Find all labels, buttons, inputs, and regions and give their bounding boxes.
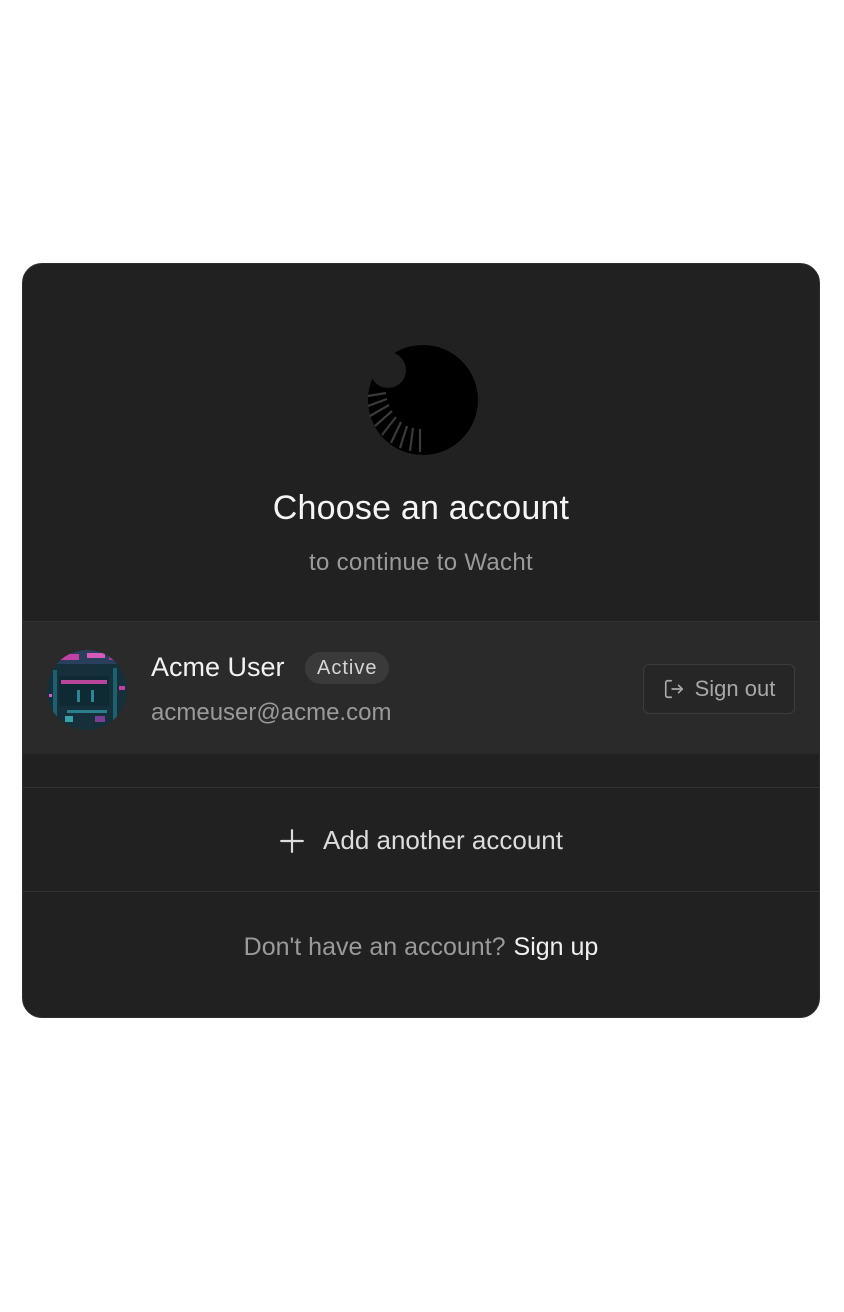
- account-chooser-card: Choose an account to continue to Wacht A…: [22, 263, 820, 1018]
- add-account-label: Add another account: [323, 825, 563, 855]
- page-subtitle: to continue to Wacht: [309, 549, 533, 576]
- sign-out-label: Sign out: [694, 676, 776, 701]
- account-list-item[interactable]: Acme User Active acmeuser@acme.com Sign …: [23, 621, 819, 754]
- account-name: Acme User: [151, 652, 285, 682]
- add-another-account-button[interactable]: Add another account: [23, 789, 819, 892]
- plus-icon: [280, 828, 304, 853]
- card-header: Choose an account to continue to Wacht: [23, 264, 819, 621]
- account-email: acmeuser@acme.com: [151, 699, 392, 726]
- avatar: [47, 650, 127, 730]
- page-title: Choose an account: [272, 489, 570, 527]
- footer: Don't have an account? Sign up: [23, 893, 819, 1001]
- sign-out-button[interactable]: Sign out: [643, 664, 795, 714]
- sign-out-icon: [664, 679, 683, 699]
- divider: [23, 787, 819, 788]
- circuit-board-avatar: [47, 650, 127, 730]
- wacht-logo-icon: [367, 345, 478, 455]
- sign-up-link[interactable]: Sign up: [514, 933, 599, 962]
- status-badge: Active: [305, 652, 390, 684]
- divider: [23, 891, 819, 892]
- footer-prompt: Don't have an account?: [243, 932, 506, 961]
